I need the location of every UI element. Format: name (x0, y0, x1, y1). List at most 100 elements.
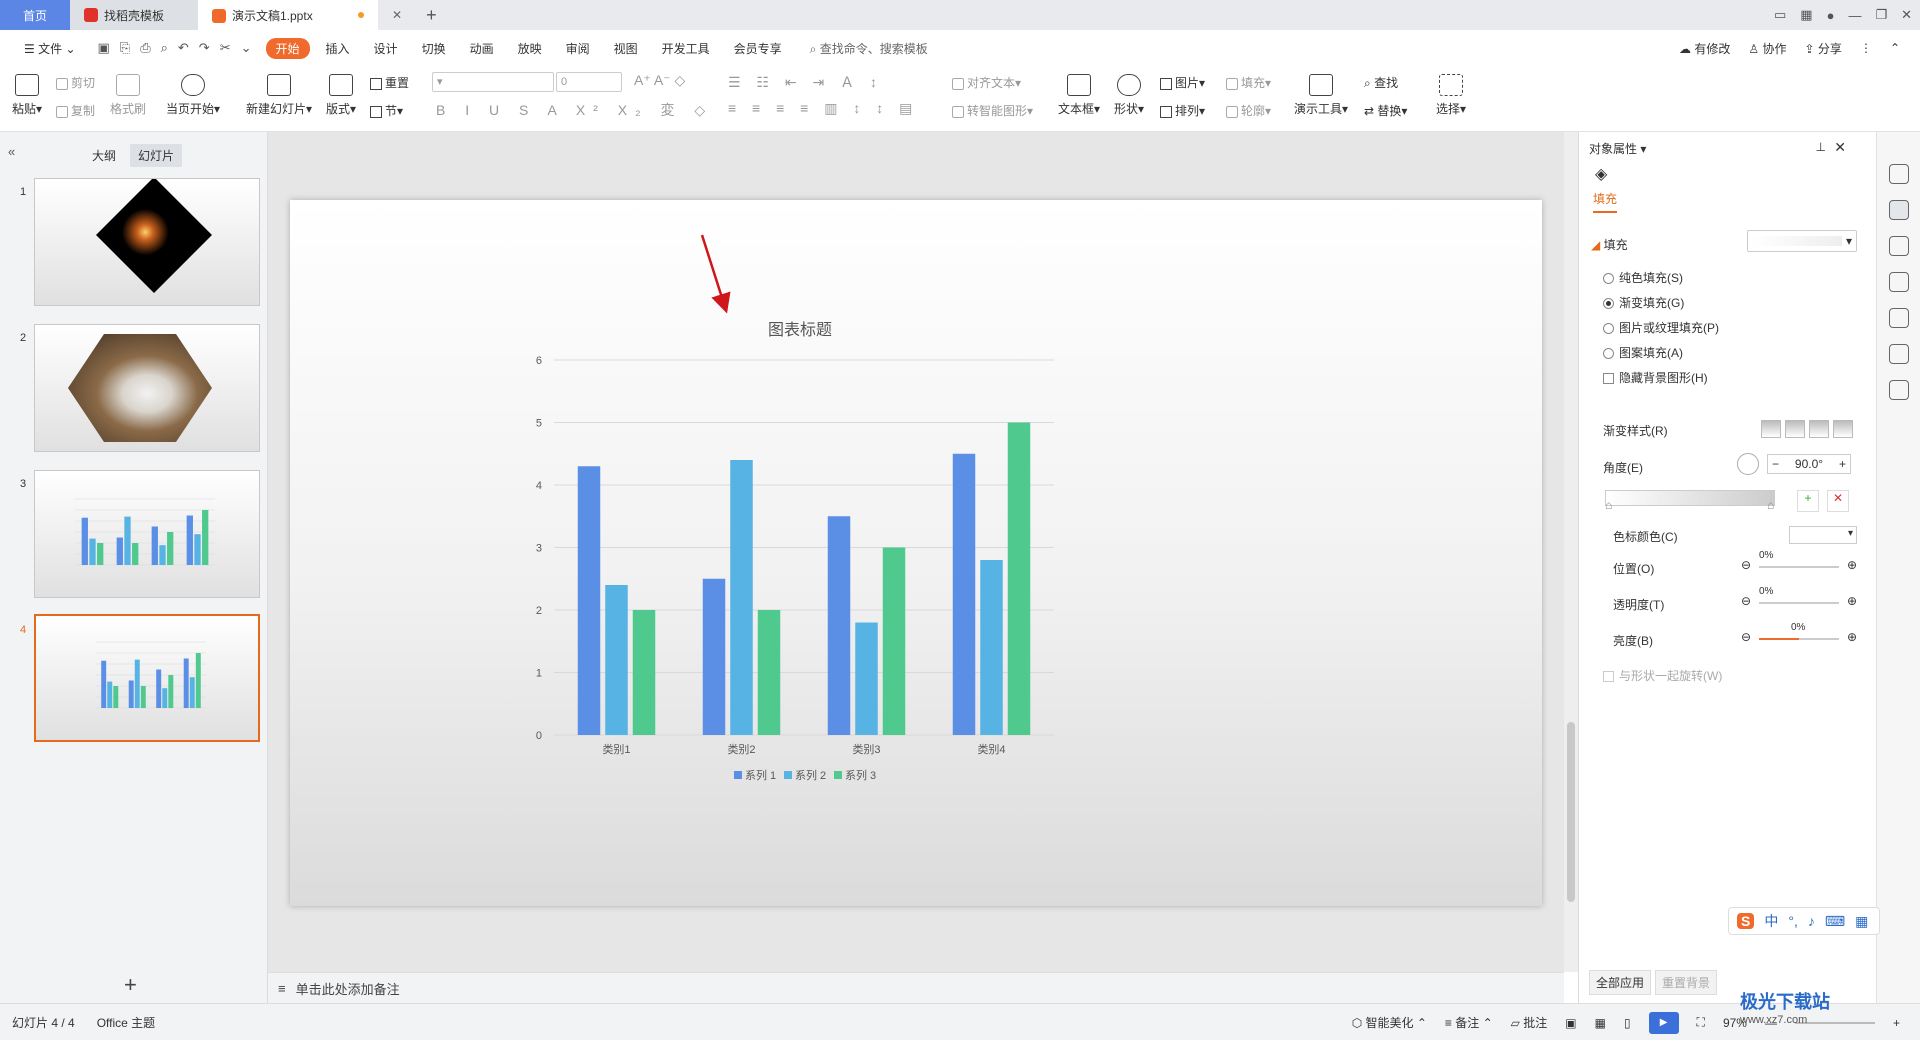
shape-button[interactable]: 形状▾ (1114, 74, 1144, 117)
transparency-slider[interactable] (1759, 602, 1839, 604)
more-options-icon[interactable]: ⋮ (1860, 41, 1872, 55)
menu-animations[interactable]: 动画 (458, 40, 506, 57)
gradient-stop-start[interactable]: ⌂ (1605, 498, 1612, 512)
align-text-button[interactable]: 对齐文本▾ (952, 74, 1021, 91)
replace-button[interactable]: ⇄ 替换▾ (1364, 102, 1407, 119)
properties-icon[interactable] (1889, 200, 1909, 220)
presenter-tools-button[interactable]: 演示工具▾ (1294, 74, 1348, 117)
reset-button[interactable]: 重置 (370, 74, 409, 91)
outline-button[interactable]: 轮廓▾ (1226, 102, 1271, 119)
fit-window-icon[interactable]: ⛶ (1697, 1015, 1705, 1030)
select-button[interactable]: 选择▾ (1436, 74, 1466, 117)
copy-button[interactable]: 复制 (56, 102, 95, 119)
theme-name[interactable]: Office 主题 (97, 1014, 155, 1031)
redo-icon[interactable]: ↷ (199, 40, 210, 56)
beautify-button[interactable]: ⬡ 智能美化 ⌃ (1352, 1014, 1427, 1031)
slide-thumbnail-1[interactable] (34, 178, 260, 306)
section-button[interactable]: 节▾ (370, 102, 403, 119)
font-size-select[interactable]: 0 (556, 72, 622, 92)
menu-transitions[interactable]: 切换 (410, 40, 458, 57)
menu-view[interactable]: 视图 (602, 40, 650, 57)
paste-button[interactable]: 粘贴▾ (12, 74, 42, 117)
radio-picture-fill[interactable]: 图片或纹理填充(P) (1603, 319, 1719, 336)
position-slider[interactable] (1759, 566, 1839, 568)
tab-templates[interactable]: 找稻壳模板 (70, 0, 198, 30)
location-icon[interactable] (1889, 344, 1909, 364)
stop-color-dropdown[interactable]: ▾ (1789, 526, 1857, 544)
preview-icon[interactable]: ⌕ (161, 40, 168, 56)
gradient-stop-end[interactable]: ⌂ (1767, 498, 1774, 512)
angle-dial[interactable] (1737, 453, 1759, 475)
align-icons[interactable]: ≡ ≡ ≡ ≡ ▥ ↕ ↕ ▤ (728, 100, 918, 117)
star-icon[interactable] (1889, 236, 1909, 256)
scrollbar-thumb[interactable] (1567, 722, 1575, 902)
slide-thumbnail-2[interactable] (34, 324, 260, 452)
book-icon[interactable] (1889, 380, 1909, 400)
file-menu[interactable]: ☰ 文件 ⌄ (12, 40, 88, 57)
gradient-bar[interactable] (1605, 490, 1775, 506)
plus-icon[interactable]: ⊕ (1847, 558, 1857, 572)
font-family-select[interactable]: ▾ (432, 72, 554, 92)
vertical-scrollbar[interactable] (1564, 132, 1578, 972)
hide-background-checkbox[interactable]: 隐藏背景图形(H) (1603, 369, 1708, 386)
zoom-in-icon[interactable]: + (1893, 1016, 1900, 1030)
plus-icon[interactable]: ⊕ (1847, 630, 1857, 644)
arrange-button[interactable]: 排列▾ (1160, 102, 1205, 119)
play-slideshow-button[interactable]: ▶ (1648, 1011, 1679, 1034)
avatar[interactable]: ● (1827, 8, 1835, 23)
new-slide-button[interactable]: 新建幻灯片▾ (246, 74, 312, 117)
comments-button[interactable]: ▱ 批注 (1511, 1014, 1548, 1031)
minus-icon[interactable]: ⊖ (1741, 558, 1751, 572)
fill-section-header[interactable]: ◢ 填充 (1591, 236, 1628, 253)
tab-home[interactable]: 首页 (0, 0, 70, 30)
menu-home[interactable]: 开始 (265, 37, 310, 59)
slide-thumbnail-3[interactable] (34, 470, 260, 598)
ime-language[interactable]: 中 (1764, 911, 1778, 931)
minus-icon[interactable]: − (1772, 457, 1779, 471)
modified-button[interactable]: ☁ 有修改 (1679, 40, 1730, 57)
gradient-linear-swatch[interactable] (1761, 420, 1781, 438)
bar-chart[interactable]: 图表标题 0 1 2 3 4 5 6 类别1 类别2 类别3 类别4 系列 1 系列 2 系列 3 (290, 200, 1542, 906)
ime-toolbar[interactable]: S 中 °, ♪ ⌨ ▦ (1728, 907, 1880, 935)
layout-button[interactable]: 版式▾ (326, 74, 356, 117)
add-stop-icon[interactable]: + (1797, 490, 1819, 512)
delete-stop-icon[interactable]: ✕ (1827, 490, 1849, 512)
share-button[interactable]: ⇪ 分享 (1805, 40, 1842, 57)
list-icons[interactable]: ☰ ☷ ⇤ ⇥ Ａ ↕ (728, 72, 883, 92)
grow-font-icon[interactable]: A⁺ A⁻ ◇ (634, 72, 685, 89)
layers-icon[interactable] (1889, 272, 1909, 292)
grid-menu-icon[interactable]: ▦ (1855, 913, 1868, 930)
add-slide-button[interactable]: + (124, 972, 137, 998)
menu-member[interactable]: 会员专享 (722, 40, 794, 57)
save-icon[interactable]: ▣ (98, 40, 110, 56)
layout-icon[interactable]: ▭ (1774, 7, 1786, 23)
collapse-panel-icon[interactable]: « (8, 144, 15, 159)
undo-icon[interactable]: ↶ (178, 40, 189, 56)
collab-button[interactable]: ♙ 协作 (1748, 40, 1786, 57)
pin-icon[interactable]: ⊥ (1816, 140, 1826, 154)
reset-background-button[interactable]: 重置背景 (1655, 970, 1718, 995)
clear-format-icon[interactable]: ✂ (220, 40, 231, 56)
sorter-view-icon[interactable]: ▦ (1595, 1016, 1606, 1030)
gradient-path-swatch[interactable] (1833, 420, 1853, 438)
tab-document[interactable]: 演示文稿1.pptx (198, 0, 378, 30)
radio-solid-fill[interactable]: 纯色填充(S) (1603, 269, 1683, 286)
gradient-rect-swatch[interactable] (1809, 420, 1829, 438)
tab-slides[interactable]: 幻灯片 (130, 144, 183, 167)
collapse-ribbon-icon[interactable]: ⌃ (1890, 41, 1900, 55)
tab-outline[interactable]: 大纲 (84, 144, 124, 167)
image-icon[interactable] (1889, 308, 1909, 328)
punctuation-icon[interactable]: °, (1788, 913, 1798, 929)
smartart-button[interactable]: 转智能图形▾ (952, 102, 1033, 119)
notes-button[interactable]: ≡ 备注 ⌃ (1445, 1014, 1493, 1031)
play-from-current-button[interactable]: 当页开始▾ (166, 74, 220, 117)
reading-view-icon[interactable]: ▯ (1624, 1016, 1631, 1030)
chart-title[interactable]: 图表标题 (768, 321, 832, 339)
menu-insert[interactable]: 插入 (314, 40, 362, 57)
menu-design[interactable]: 设计 (362, 40, 410, 57)
tab-fill[interactable]: 填充 (1593, 190, 1618, 213)
brightness-slider[interactable] (1759, 638, 1839, 640)
fill-preset-dropdown[interactable]: ▾ (1747, 230, 1857, 252)
slide-thumbnail-4[interactable] (34, 614, 260, 742)
menu-developer[interactable]: 开发工具 (650, 40, 722, 57)
